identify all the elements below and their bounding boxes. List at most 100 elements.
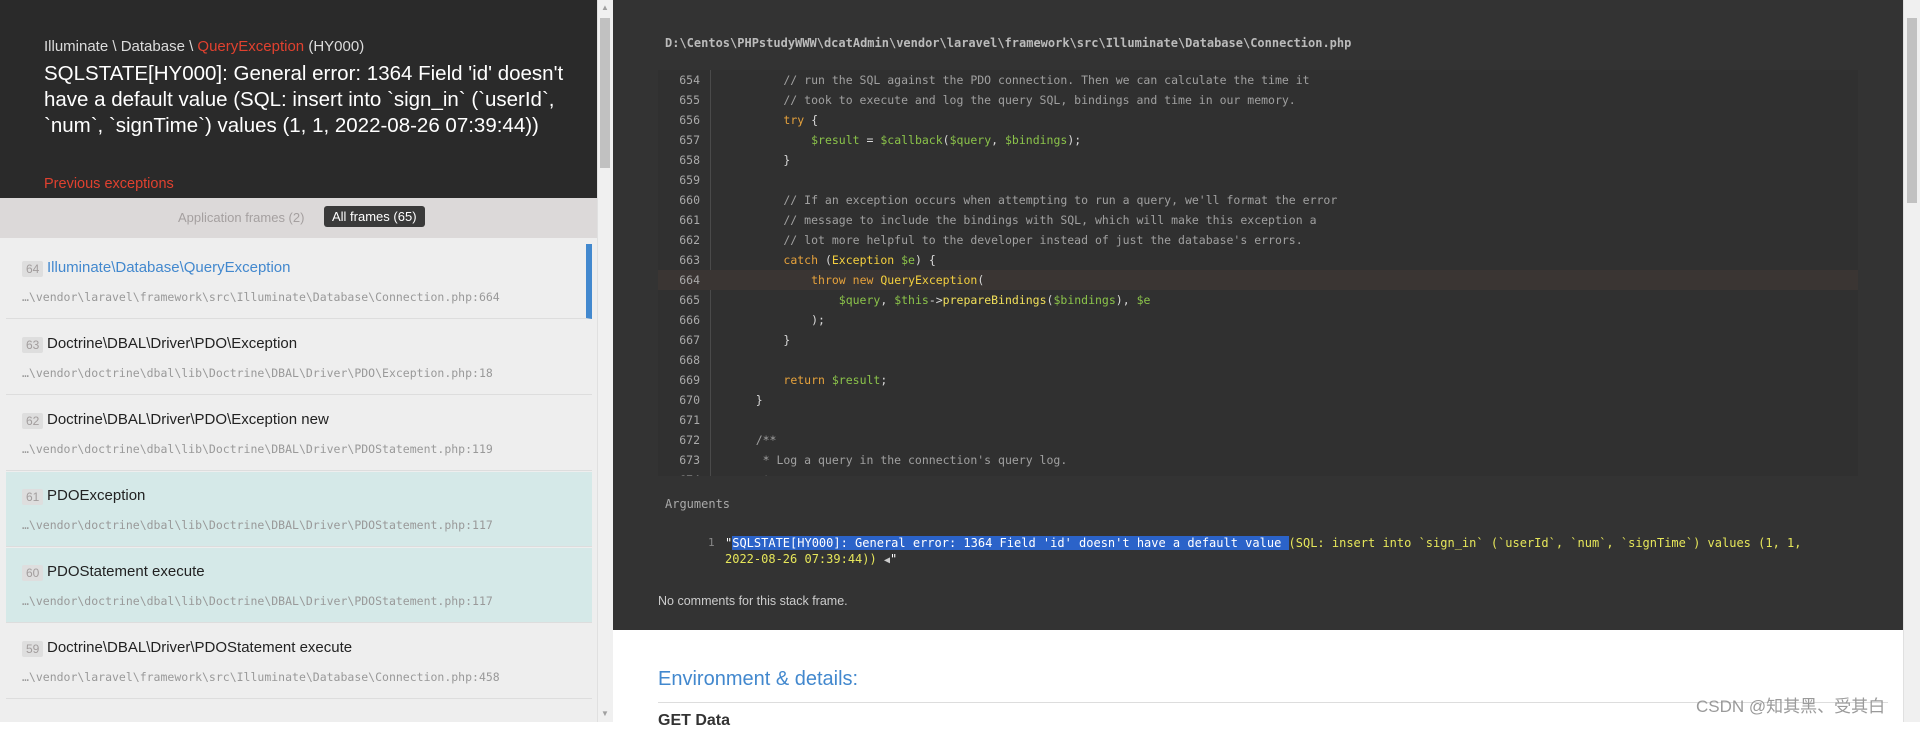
line-code: /** [728,433,777,447]
code-line: 671 [658,410,1858,430]
code-section: D:\Centos\PHPstudyWWW\dcatAdmin\vendor\l… [613,0,1903,630]
frame-item[interactable]: 60 PDOStatement execute …\vendor\doctrin… [6,548,592,623]
line-number: 658 [679,153,700,167]
scroll-up-icon[interactable]: ▲ [601,3,609,12]
frame-item[interactable]: 64 Illuminate\Database\QueryException …\… [6,244,592,319]
argument-value[interactable]: " SQLSTATE[HY000]: General error: 1364 Fi… [725,535,1835,569]
line-number: 656 [679,113,700,127]
frame-item[interactable]: 61 PDOException …\vendor\doctrine\dbal\l… [6,472,592,547]
line-number: 664 [679,273,700,287]
page-scrollbar[interactable] [1903,0,1920,722]
frame-item[interactable]: 62 Doctrine\DBAL\Driver\PDO\Exception ne… [6,396,592,471]
frame-file: …\vendor\laravel\framework\src\Illuminat… [22,670,500,684]
frame-class: PDOException [47,487,146,504]
line-code: return $result; [783,373,888,387]
code-line: 672 /** [658,430,1858,450]
code-line: 660 // If an exception occurs when attem… [658,190,1858,210]
line-number: 655 [679,93,700,107]
details-panel: D:\Centos\PHPstudyWWW\dcatAdmin\vendor\l… [613,0,1903,729]
no-comments-text: No comments for this stack frame. [658,594,848,608]
line-number: 659 [679,173,700,187]
frame-index: 63 [22,337,44,353]
frame-item[interactable]: 63 Doctrine\DBAL\Driver\PDO\Exception …\… [6,320,592,395]
frames-list: 64 Illuminate\Database\QueryException …\… [0,244,597,722]
scroll-down-icon[interactable]: ▼ [601,709,609,718]
code-line: 673 * Log a query in the connection's qu… [658,450,1858,470]
application-frames-button[interactable]: Application frames (2) [178,210,304,225]
line-number: 667 [679,333,700,347]
code-line: 666 ); [658,310,1858,330]
frames-scrollbar[interactable]: ▲ ▼ [597,0,613,722]
frame-index: 62 [22,413,44,429]
line-code: ); [728,313,825,327]
line-code: $result = $callback($query, $bindings); [811,133,1082,147]
scrollbar-thumb[interactable] [1907,18,1917,203]
code-line: 656 try { [658,110,1858,130]
exception-breadcrumb: Illuminate \ Database \ QueryException (… [44,38,364,55]
code-line: 670 } [658,390,1858,410]
code-line: 663 catch (Exception $e) { [658,250,1858,270]
code-line: 661 // message to include the bindings w… [658,210,1858,230]
frame-item[interactable]: 59 Doctrine\DBAL\Driver\PDOStatement exe… [6,624,592,699]
frame-class: Doctrine\DBAL\Driver\PDO\Exception [47,335,298,352]
line-number: 663 [679,253,700,267]
line-code: * [728,470,770,476]
line-code: try { [783,113,819,127]
argument-close-quote: " [889,552,898,566]
line-code: } [728,333,791,347]
line-code: // run the SQL against the PDO connectio… [728,73,1310,87]
frame-file: …\vendor\doctrine\dbal\lib\Doctrine\DBAL… [22,594,493,608]
environment-title: Environment & details: [658,668,859,690]
code-line: 654 // run the SQL against the PDO conne… [658,70,1858,90]
file-path[interactable]: D:\Centos\PHPstudyWWW\dcatAdmin\vendor\l… [665,36,1351,50]
frame-class: PDOStatement execute [47,563,205,580]
exception-class: QueryException [197,38,305,55]
line-number: 670 [679,393,700,407]
all-frames-button[interactable]: All frames (65) [324,206,425,227]
line-number: 669 [679,373,700,387]
frame-file: …\vendor\doctrine\dbal\lib\Doctrine\DBAL… [22,366,493,380]
line-code: throw new QueryException( [811,273,985,287]
frame-file: …\vendor\laravel\framework\src\Illuminat… [22,290,500,304]
code-line: 668 [658,350,1858,370]
line-code: // message to include the bindings with … [728,213,1317,227]
arguments-label: Arguments [665,497,731,511]
frame-index: 61 [22,489,44,505]
exception-namespace: Illuminate \ Database \ [44,38,194,55]
code-block: 654 // run the SQL against the PDO conne… [658,70,1858,476]
line-number: 662 [679,233,700,247]
code-line: 669 return $result; [658,370,1858,390]
line-number: 674 [658,470,700,476]
line-number: 672 [679,433,700,447]
line-number: 666 [679,313,700,327]
line-number: 660 [679,193,700,207]
line-number: 654 [679,73,700,87]
line-code: // lot more helpful to the developer ins… [728,233,1303,247]
code-line: 659 [658,170,1858,190]
argument-index: 1 [708,536,715,549]
get-data-heading: GET Data [658,712,731,729]
line-number: 673 [679,453,700,467]
argument-selected-text: SQLSTATE[HY000]: General error: 1364 Fie… [732,536,1289,550]
code-line: 655 // took to execute and log the query… [658,90,1858,110]
frame-index: 59 [22,641,44,657]
line-number: 668 [679,353,700,367]
line-code: * Log a query in the connection's query … [728,453,1068,467]
code-line: 667 } [658,330,1858,350]
code-line: 657 $result = $callback($query, $binding… [658,130,1858,150]
code-line: 665 $query, $this->prepareBindings($bind… [658,290,1858,310]
code-line: 664 throw new QueryException( [658,270,1858,290]
line-code: // If an exception occurs when attemptin… [728,193,1338,207]
frame-class: Doctrine\DBAL\Driver\PDO\Exception new [47,411,329,428]
line-number: 665 [679,293,700,307]
scrollbar-thumb[interactable] [600,18,610,168]
line-number: 661 [679,213,700,227]
frames-filter-bar: Application frames (2) All frames (65) [0,198,597,238]
frame-file: …\vendor\doctrine\dbal\lib\Doctrine\DBAL… [22,518,493,532]
frame-index: 60 [22,565,44,581]
frame-class: Doctrine\DBAL\Driver\PDOStatement execut… [47,639,353,656]
line-number: 671 [679,413,700,427]
frame-file: …\vendor\doctrine\dbal\lib\Doctrine\DBAL… [22,442,493,456]
previous-exceptions-link[interactable]: Previous exceptions [44,176,174,192]
line-number: 657 [679,133,700,147]
